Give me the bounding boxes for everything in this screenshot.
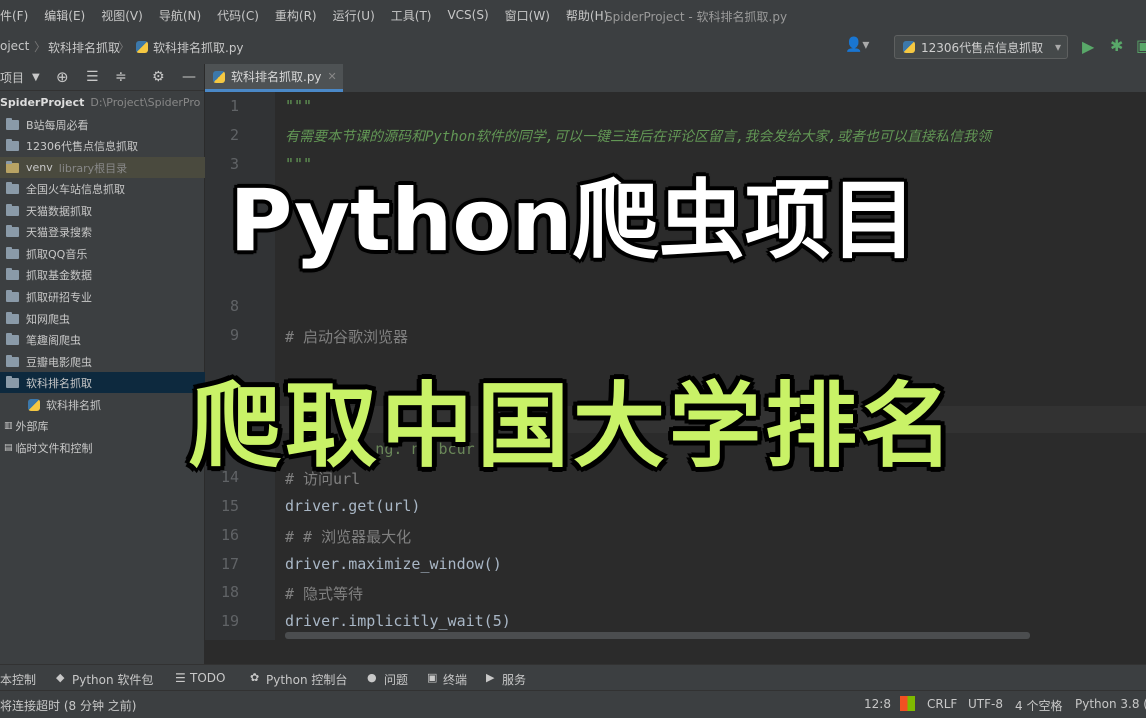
tool-window-bar: 本控制 ◆ Python 软件包 ☰ TODO ✿ Python 控制台 ● 问…	[0, 664, 1146, 691]
file-encoding[interactable]: UTF-8	[968, 697, 1003, 711]
menu-refactor[interactable]: 重构(R)	[267, 7, 325, 24]
status-bar: 将连接超时 (8 分钟 之前) 12:8 CRLF UTF-8 4 个空格 Py…	[0, 690, 1146, 718]
menu-window[interactable]: 窗口(W)	[497, 7, 558, 24]
tool-problems[interactable]: 问题	[384, 671, 408, 688]
breadcrumb-file[interactable]: 软科排名抓取.py	[153, 39, 244, 56]
line-number: 19	[220, 612, 239, 630]
caret-position[interactable]: 12:8	[864, 697, 891, 711]
close-icon[interactable]: ✕	[328, 70, 337, 83]
folder-icon	[6, 311, 19, 324]
tool-terminal[interactable]: 终端	[443, 671, 467, 688]
tree-folder[interactable]: 抓取研招专业	[0, 286, 210, 307]
list-icon: ☰	[175, 671, 186, 685]
menu-edit[interactable]: 编辑(E)	[36, 7, 93, 24]
project-root-label: SpiderProject	[0, 96, 85, 109]
run-configuration-label: 12306代售点信息抓取	[921, 40, 1044, 55]
breadcrumb-project[interactable]: oject	[0, 39, 29, 53]
python-console-icon: ✿	[250, 671, 260, 684]
line-number: 2	[229, 126, 239, 144]
chevron-right-icon: 〉	[118, 40, 131, 54]
line-number: 15	[220, 497, 239, 515]
horizontal-scrollbar[interactable]	[285, 632, 1030, 639]
code-line: driver.get(url)	[285, 497, 421, 515]
windows-icon	[900, 696, 915, 711]
tree-folder[interactable]: B站每周必看	[0, 114, 210, 135]
tree-root[interactable]: SpiderProject D:\Project\SpiderPro	[0, 92, 204, 113]
folder-label: 知网爬虫	[26, 312, 70, 326]
chevron-down-icon: ▾	[1054, 40, 1061, 54]
menu-run[interactable]: 运行(U)	[325, 7, 383, 24]
overlay-title: Python爬虫项目	[229, 171, 917, 271]
chevron-right-icon: 〉	[34, 40, 47, 54]
folder-icon	[6, 289, 19, 302]
line-number: 17	[220, 555, 239, 573]
code-line: 有需要本节课的源码和Python软件的同学,可以一键三连后在评论区留言,我会发给…	[285, 129, 991, 145]
problems-icon: ●	[367, 671, 377, 684]
code-line: # 隐式等待	[285, 585, 364, 603]
run-configuration-select[interactable]: 12306代售点信息抓取 ▾	[894, 35, 1068, 59]
code-line: driver.maximize_window()	[285, 555, 502, 573]
line-number: 9	[229, 326, 239, 344]
tool-version-control[interactable]: 本控制	[0, 671, 36, 688]
folder-label: 抓取研招专业	[26, 290, 92, 304]
code-line: # 启动谷歌浏览器	[285, 328, 409, 346]
folder-label: 笔趣阁爬虫	[26, 333, 81, 347]
python-file-icon	[213, 70, 225, 83]
hide-icon[interactable]: —	[182, 69, 196, 85]
editor-tab-bar: 软科排名抓取.py ✕	[205, 64, 1146, 93]
menu-tools[interactable]: 工具(T)	[383, 7, 440, 24]
chevron-down-icon[interactable]: ▼	[32, 72, 40, 83]
project-toolbar: 项目 ▼ ⊕ ☰ ≑ ⚙ —	[0, 64, 204, 91]
locate-icon[interactable]: ⊕	[56, 68, 69, 86]
python-interpreter[interactable]: Python 3.8 (	[1075, 697, 1146, 711]
tab-label: 软科排名抓取.py	[231, 70, 322, 84]
tool-services[interactable]: 服务	[502, 671, 526, 688]
folder-icon	[6, 117, 19, 130]
menu-navigate[interactable]: 导航(N)	[151, 7, 209, 24]
services-icon: ▶	[486, 671, 495, 684]
folder-icon	[6, 332, 19, 345]
code-line: # # 浏览器最大化	[285, 528, 412, 546]
line-number: 8	[229, 297, 239, 315]
status-message[interactable]: 将连接超时 (8 分钟 之前)	[0, 697, 136, 714]
line-number: 16	[220, 526, 239, 544]
line-number: 18	[220, 583, 239, 601]
python-icon	[903, 41, 915, 53]
tool-todo[interactable]: TODO	[190, 671, 225, 685]
user-icon[interactable]: 👤▾	[845, 37, 869, 53]
menu-view[interactable]: 视图(V)	[93, 7, 151, 24]
indent-setting[interactable]: 4 个空格	[1015, 697, 1062, 714]
project-view-label[interactable]: 项目	[0, 69, 24, 86]
menu-bar: 件(F) 编辑(E) 视图(V) 导航(N) 代码(C) 重构(R) 运行(U)…	[0, 0, 1146, 30]
folder-label: B站每周必看	[26, 118, 89, 132]
overlay-subtitle: 爬取中国大学排名	[188, 373, 957, 480]
code-line: """	[285, 97, 313, 115]
tool-python-packages[interactable]: Python 软件包	[72, 671, 153, 688]
breadcrumb-folder[interactable]: 软科排名抓取	[48, 39, 120, 56]
window-title: SpiderProject - 软科排名抓取.py	[605, 10, 788, 24]
tree-folder[interactable]: 笔趣阁爬虫	[0, 329, 210, 350]
menu-file[interactable]: 件(F)	[0, 7, 36, 24]
run-icon[interactable]: ▶	[1082, 37, 1094, 56]
menu-vcs[interactable]: VCS(S)	[439, 8, 496, 22]
collapse-all-icon[interactable]: ≑	[115, 69, 127, 85]
gear-icon[interactable]: ⚙	[152, 69, 165, 85]
tab-active-file[interactable]: 软科排名抓取.py ✕	[205, 64, 343, 92]
tree-folder[interactable]: 知网爬虫	[0, 308, 210, 329]
tool-python-console[interactable]: Python 控制台	[266, 671, 347, 688]
line-number: 1	[229, 97, 239, 115]
folder-icon	[6, 138, 19, 151]
expand-all-icon[interactable]: ☰	[86, 69, 99, 85]
menu-code[interactable]: 代码(C)	[209, 7, 267, 24]
code-line: driver.implicitly_wait(5)	[285, 612, 511, 630]
terminal-icon: ▣	[427, 671, 438, 684]
packages-icon: ◆	[56, 671, 65, 684]
project-root-path: D:\Project\SpiderPro	[90, 96, 201, 109]
line-separator[interactable]: CRLF	[927, 697, 957, 711]
debug-icon[interactable]: ✱	[1110, 36, 1123, 55]
coverage-icon[interactable]: ▣	[1136, 36, 1146, 55]
python-file-icon	[136, 41, 148, 53]
